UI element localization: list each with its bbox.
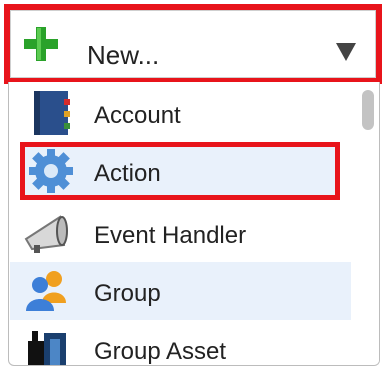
account-book-icon bbox=[34, 91, 70, 135]
menu-item-action[interactable]: Action bbox=[20, 142, 340, 200]
users-group-icon bbox=[26, 271, 66, 311]
menu-list[interactable]: Account Action Event Handler Group Group… bbox=[8, 82, 380, 366]
chevron-down-icon[interactable] bbox=[336, 43, 356, 61]
plus-icon bbox=[24, 27, 58, 61]
menu-item-group-asset[interactable]: Group Asset bbox=[10, 320, 351, 365]
menu-item-label: Account bbox=[94, 102, 181, 129]
new-item-dropdown[interactable]: New... Account Action Event Handler Grou… bbox=[0, 0, 392, 374]
menu-item-label: Event Handler bbox=[94, 222, 247, 249]
new-dropdown-label: New... bbox=[87, 40, 160, 70]
menu-item-group[interactable]: Group bbox=[10, 262, 351, 320]
group-asset-icon bbox=[28, 331, 66, 365]
menu-item-account[interactable]: Account bbox=[10, 84, 351, 142]
menu-item-event-handler[interactable]: Event Handler bbox=[10, 204, 351, 262]
menu-item-label: Action bbox=[94, 160, 161, 187]
new-dropdown-button[interactable]: New... bbox=[4, 4, 382, 84]
menu-item-label: Group Asset bbox=[94, 338, 227, 365]
menu-item-label: Group bbox=[94, 280, 161, 307]
scrollbar[interactable] bbox=[355, 82, 379, 365]
scrollbar-thumb[interactable] bbox=[362, 90, 374, 130]
megaphone-icon bbox=[24, 215, 68, 253]
dropdown-header-frame bbox=[10, 10, 376, 78]
gear-icon bbox=[29, 149, 73, 193]
